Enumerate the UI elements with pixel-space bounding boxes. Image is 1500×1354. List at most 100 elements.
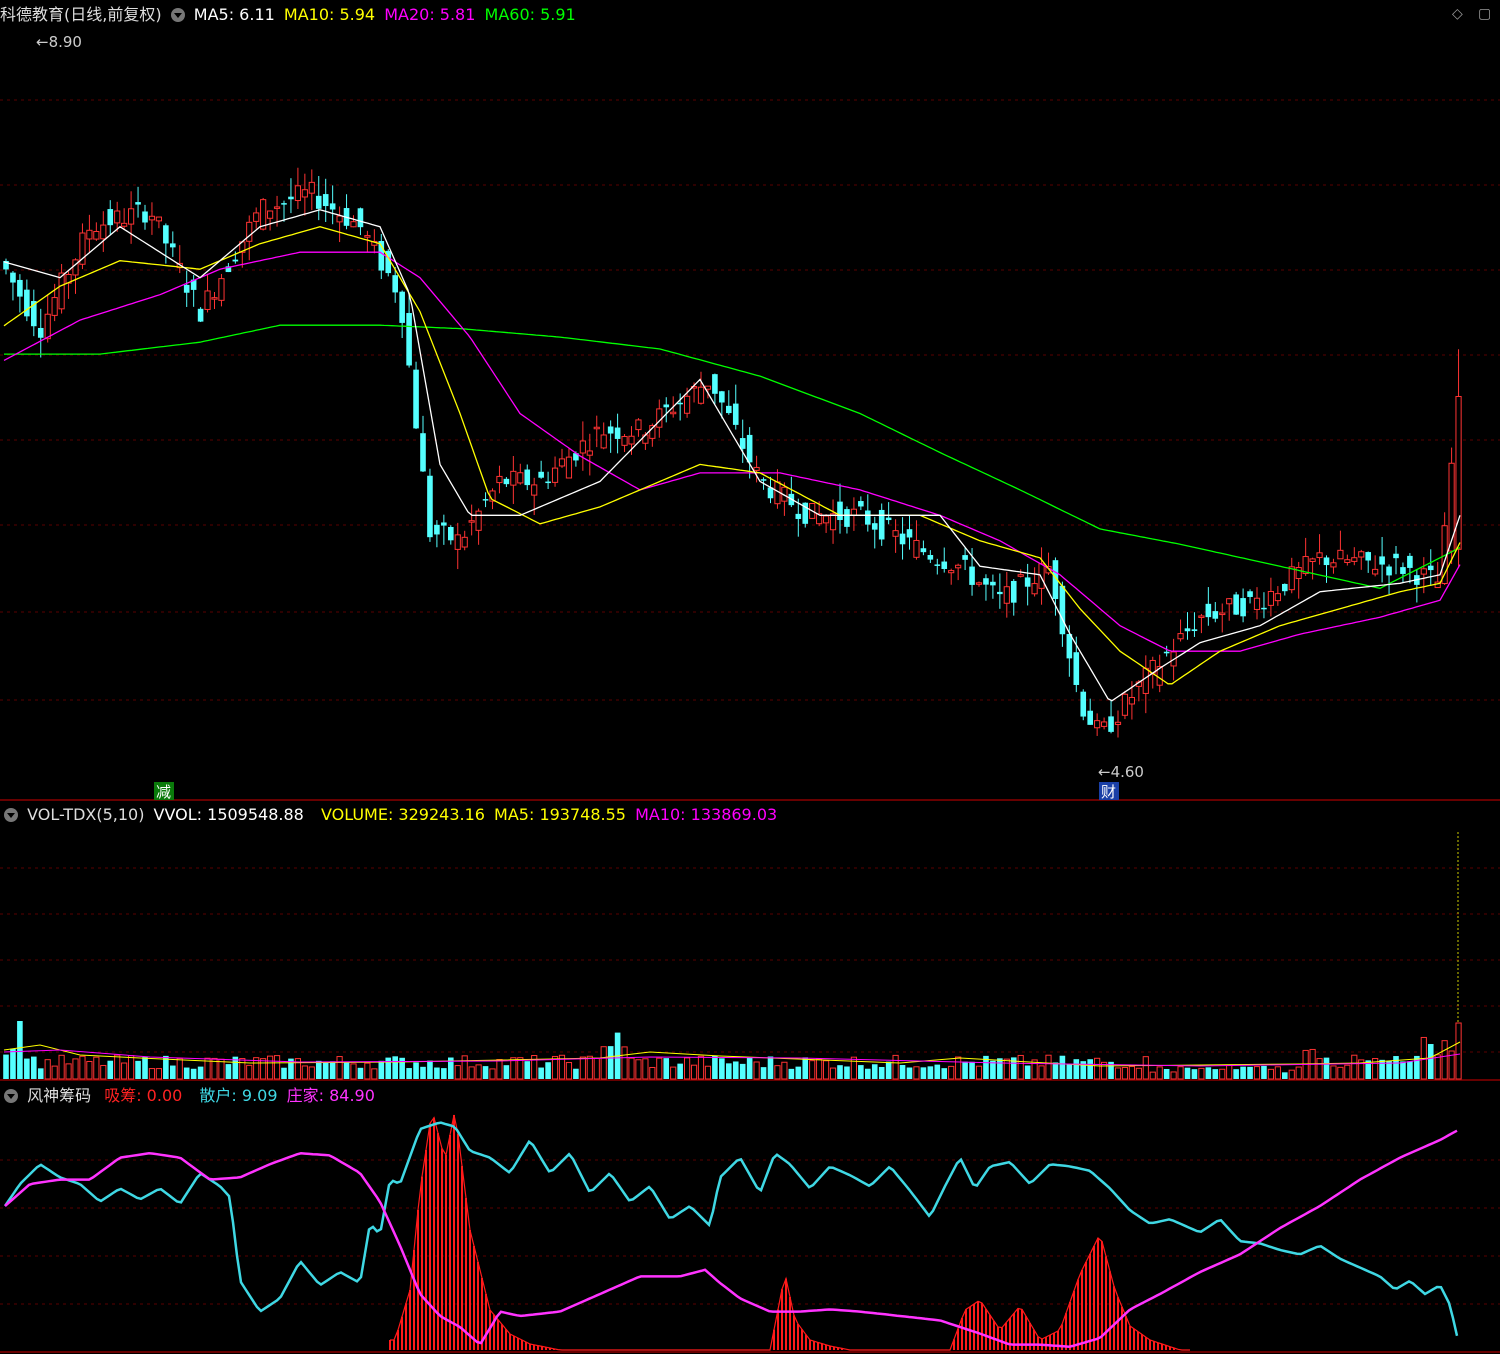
candle-body [565,456,573,479]
volume-bar [1198,1067,1205,1080]
candle-body [1038,563,1045,589]
candle-body [551,467,559,483]
candle-body [1177,633,1184,640]
candle-body [1337,549,1344,560]
volume-bar [635,1059,642,1080]
candle-body [927,555,934,560]
volume-bar [538,1067,544,1079]
candle-body [746,434,753,463]
candle-body [1240,598,1246,617]
candle-body [441,522,447,526]
chart-canvas: ←8.90 ←4.60 减 财 [0,33,1500,1353]
volume-bar [1344,1064,1351,1080]
volume-bar [962,1061,968,1079]
dropdown-icon[interactable] [4,808,18,822]
candle-body [281,203,287,205]
candle-body [607,426,614,434]
candle-body [294,185,301,202]
volume-bar [197,1066,204,1079]
restore-icon[interactable]: ▢ [1478,6,1491,22]
volume-bar [100,1064,107,1080]
volume-bar [739,1063,746,1079]
volume-bar [1351,1054,1358,1080]
volume-bar [1455,1022,1462,1080]
volume-bar [343,1062,350,1079]
candle-body [1219,612,1226,616]
candle-body [10,272,16,283]
candle-body [1198,615,1205,618]
volume-bar [788,1068,795,1079]
volume-bar [844,1066,850,1079]
volume-bar [503,1065,510,1079]
candle-body [1059,585,1066,635]
candle-body [621,436,628,446]
candle-body [865,510,871,525]
volume-bar [1282,1072,1288,1079]
candle-body [948,570,955,574]
candle-body [1379,556,1385,565]
volume-bar [114,1054,121,1080]
volume-bar [65,1063,72,1080]
volume-bar [281,1067,287,1079]
volume-bar [273,1055,281,1080]
dropdown-icon[interactable] [4,1089,18,1103]
volume-bar [1177,1066,1184,1080]
volume-bar [1226,1064,1233,1080]
candle-body [538,471,544,478]
volume-bar [1261,1065,1267,1079]
volume-bar [1205,1067,1212,1079]
volume-bar [795,1066,802,1079]
candle-body [941,561,948,569]
volume-bar [969,1061,975,1079]
candle-body [301,189,308,198]
candle-body [1205,603,1212,618]
stock-title[interactable]: 科德教育(日线,前复权) [0,5,162,24]
reduce-tag: 减 [156,783,171,801]
candle-body [218,278,225,301]
volume-bar [308,1066,315,1080]
volume-bar [1400,1061,1406,1079]
volume-bar [1135,1067,1142,1080]
volume-bar [1323,1057,1330,1079]
candle-body [475,510,482,531]
volume-bar [684,1057,691,1080]
candle-body [24,289,30,317]
volume-bar [482,1066,489,1079]
volume-bar [628,1057,635,1080]
volume-bar [1393,1056,1399,1079]
candle-body [434,524,440,535]
vol-name[interactable]: VOL-TDX(5,10) [27,805,144,824]
volume-bar [621,1046,628,1080]
volume-bar [1149,1071,1156,1080]
candle-body [524,469,531,486]
high-price-label: ←8.90 [36,33,82,51]
candle-body [315,195,322,209]
volume-bar [837,1065,843,1079]
volume-bar [892,1054,899,1080]
candle-body [427,475,433,538]
candle-body [531,484,538,496]
ma10-label: MA10: 5.94 [283,5,376,24]
volume-bar [142,1057,148,1079]
volume-bar [378,1060,385,1079]
candle-body [1003,586,1010,604]
candle-body [1073,652,1080,685]
volume-bar [1253,1066,1261,1080]
volume-bar [955,1056,962,1080]
volume-bar [155,1068,163,1080]
volume-bar [475,1064,482,1080]
volume-bar [329,1061,336,1079]
volume-bar [1427,1044,1434,1079]
volume-bar [697,1055,705,1080]
volume-bar [545,1062,551,1079]
xichou-label: 吸筹: 0.00 [104,1086,183,1105]
indicator-header: 风神筹码 吸筹: 0.00 散户: 9.09 庄家: 84.90 [0,1085,379,1107]
candle-body [148,215,156,221]
volume-bar [579,1056,586,1080]
candle-body [885,517,892,521]
candle-body [558,458,566,467]
volume-bar [176,1057,183,1080]
diamond-icon[interactable]: ◇ [1452,6,1463,22]
dropdown-icon[interactable] [170,8,185,22]
indicator-name[interactable]: 风神筹码 [27,1086,91,1105]
